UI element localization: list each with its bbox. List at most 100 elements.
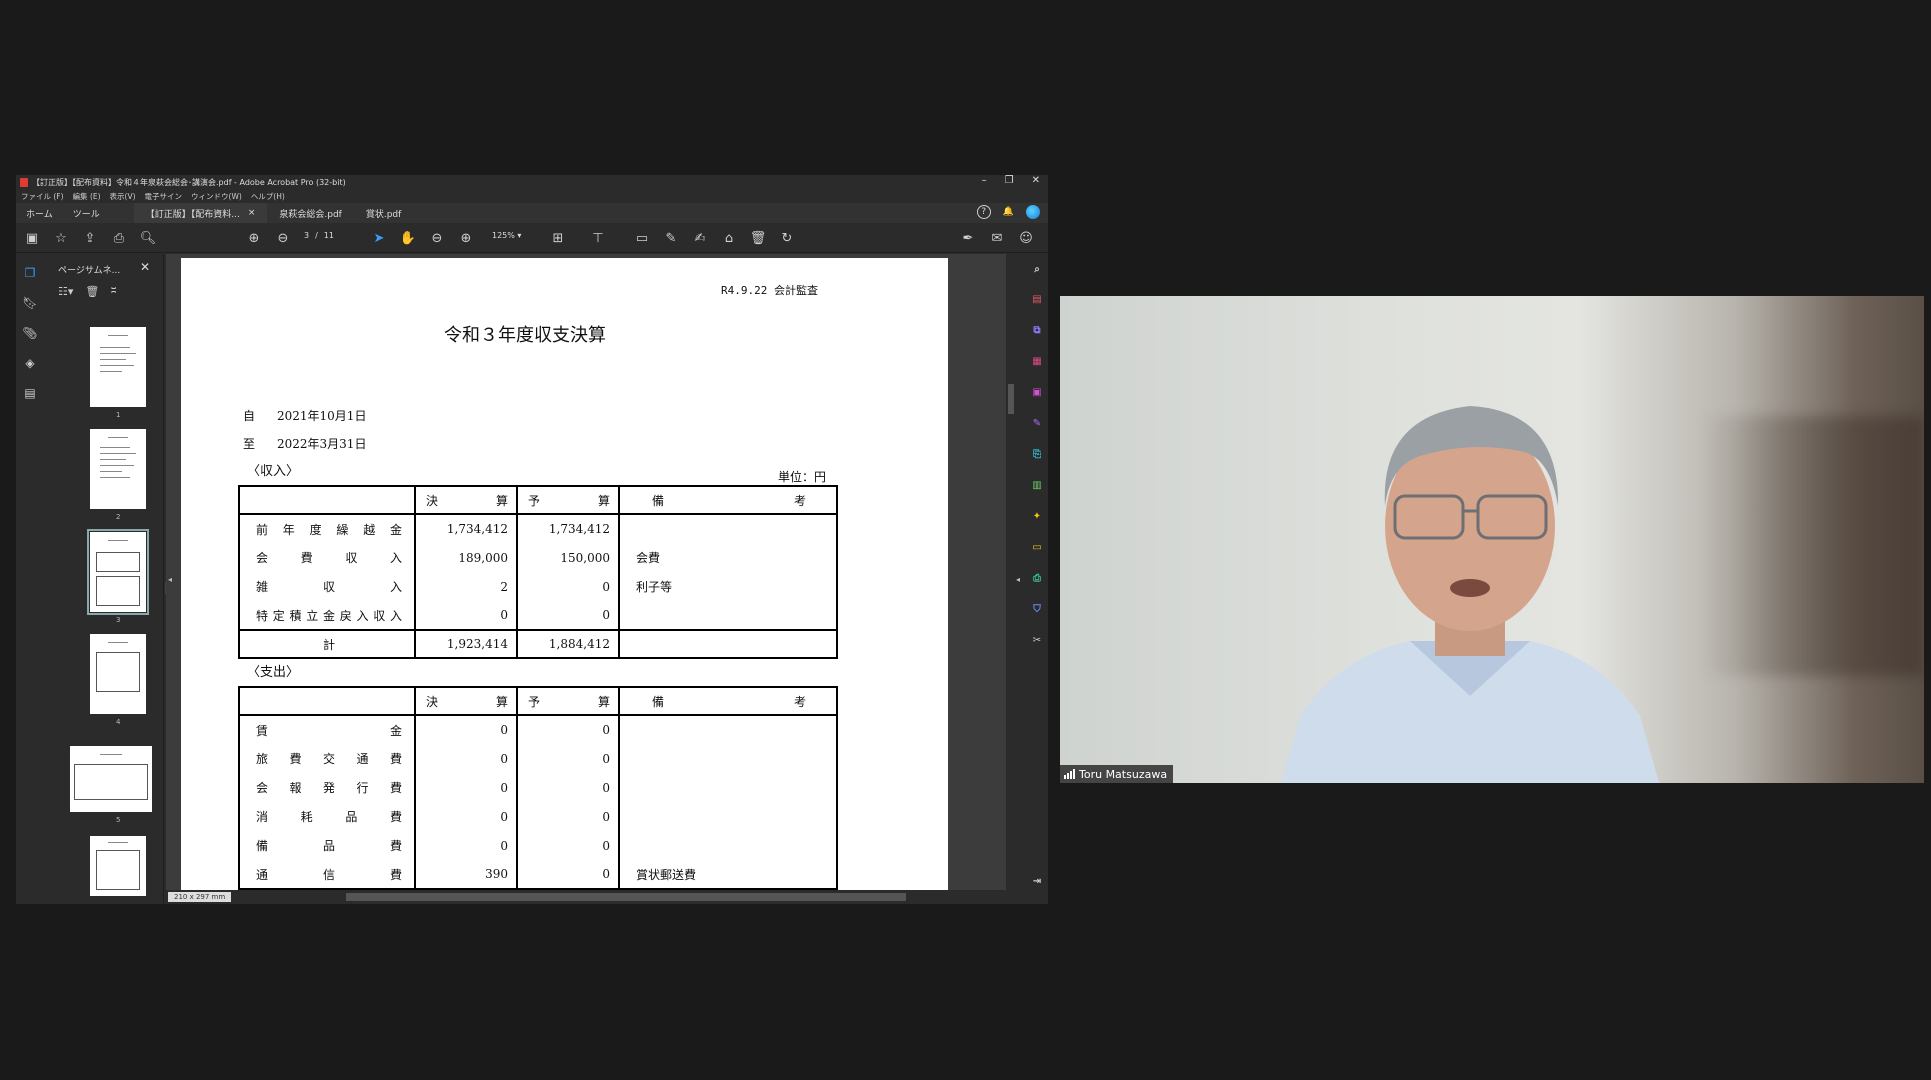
table-cell: 390 (414, 860, 518, 890)
select-cursor-icon[interactable]: ➤ (371, 230, 387, 246)
page-thumbnail-3[interactable] (87, 529, 149, 615)
table-cell: 0 (516, 744, 620, 773)
doc-tab-3[interactable]: 賞状.pdf (354, 203, 413, 223)
close-button[interactable]: ✕ (1032, 175, 1040, 186)
minimize-button[interactable]: – (982, 175, 987, 186)
trash-icon[interactable]: 🗑︎ (750, 230, 767, 246)
thumbnail-options-icon[interactable]: ☷▾ (58, 285, 73, 299)
zoom-select[interactable]: 125% ▾ (492, 231, 521, 240)
table-cell (618, 773, 838, 802)
horizontal-scroll-thumb[interactable] (346, 893, 906, 901)
organize-pages-icon[interactable]: ▦ (1030, 354, 1044, 368)
highlight-pen-icon[interactable]: ✎ (663, 230, 679, 246)
vertical-scroll-thumb[interactable] (1008, 384, 1014, 414)
fill-sign-icon[interactable]: ✒ (960, 230, 976, 246)
page-size-label: 210 x 297 mm (168, 892, 232, 902)
table-cell: 会費収入 (238, 543, 416, 572)
menu-file[interactable]: ファイル (F) (21, 191, 64, 202)
zoom-in-icon[interactable]: ⊕ (458, 230, 474, 246)
doc-tab-2[interactable]: 泉萩会総会.pdf (267, 203, 353, 223)
table-cell: 2 (414, 572, 518, 601)
page-thumbnail-2[interactable] (90, 429, 146, 509)
table-header-cell: 備 考 (618, 485, 838, 515)
help-icon[interactable]: ? (976, 205, 991, 219)
edit-pdf-icon[interactable]: ✎ (1030, 416, 1044, 430)
print-production-icon[interactable]: ⎙ (1030, 571, 1044, 585)
fit-page-icon[interactable]: ⊞ (550, 230, 566, 246)
next-page-icon[interactable]: ⊖ (275, 230, 291, 246)
document-icon[interactable]: ▤ (23, 386, 37, 400)
comment-tool-icon[interactable]: ▭ (1030, 540, 1044, 554)
attachment-icon[interactable]: 📎︎ (22, 326, 37, 340)
combine-files-icon[interactable]: ⧉ (1030, 323, 1044, 337)
page-thumbnail-6[interactable] (90, 836, 146, 896)
table-cell: 0 (516, 601, 620, 630)
account-icon[interactable] (1026, 205, 1040, 219)
comment-icon[interactable]: ▭ (634, 230, 650, 246)
tab-home[interactable]: ホーム (16, 207, 63, 220)
page-thumbnails-icon[interactable]: ❐ (23, 266, 37, 280)
zoom-search-icon[interactable]: 🔍︎ (140, 230, 157, 246)
document-viewport[interactable]: R4.9.22 会計監査 令和３年度収支決算 自 2021年10月1日 至 20… (166, 254, 1006, 890)
doc-tab-active[interactable]: 【訂正版】【配布資料... × (133, 203, 268, 223)
collapse-panel-icon[interactable]: ⇥ (1030, 874, 1044, 888)
page-current[interactable]: 3 (304, 231, 309, 240)
print-icon[interactable]: ⎙ (111, 230, 127, 246)
zoom-out-icon[interactable]: ⊖ (429, 230, 445, 246)
more-tools-icon[interactable]: ✂ (1030, 633, 1044, 647)
hand-icon[interactable]: ✋ (400, 230, 416, 246)
right-panel-toggle-icon[interactable]: ◂ (1016, 575, 1020, 584)
table-cell: 利子等 (618, 572, 838, 601)
draw-icon[interactable]: ✍ (692, 230, 708, 246)
search-icon[interactable]: ⌕ (1030, 262, 1044, 276)
bookmark-icon[interactable]: 🔖︎ (22, 296, 37, 310)
create-pdf-icon[interactable]: ▤ (1030, 292, 1044, 306)
stamp-icon[interactable]: ⌂ (721, 230, 737, 246)
table-cell (618, 744, 838, 773)
page-thumbnail-number: 2 (116, 513, 121, 521)
page-navigator[interactable]: 3 / 11 (304, 231, 334, 240)
shield-icon[interactable]: ⛉ (1030, 602, 1044, 616)
request-esign-icon[interactable]: ✦ (1030, 509, 1044, 523)
share-user-icon[interactable]: ☺ (1018, 230, 1034, 246)
vertical-scrollbar[interactable] (1006, 254, 1016, 890)
tab-tools[interactable]: ツール (63, 207, 110, 220)
table-cell: 0 (516, 860, 620, 890)
protect-icon[interactable]: ▥ (1030, 478, 1044, 492)
doc-tab-label: 【訂正版】【配布資料... (145, 209, 240, 220)
to-label: 至 (243, 437, 256, 451)
export-pdf-icon[interactable]: ▣ (1030, 385, 1044, 399)
rotate-icon[interactable]: ↻ (779, 230, 795, 246)
menu-edit[interactable]: 編集 (E) (73, 191, 101, 202)
page-thumbnail-1[interactable] (90, 327, 146, 407)
menu-help[interactable]: ヘルプ(H) (251, 191, 285, 202)
doc-tab-close-icon[interactable]: × (248, 208, 256, 218)
thumbnail-panel-close-icon[interactable]: ✕ (140, 260, 150, 274)
upload-icon[interactable]: ⇪ (82, 230, 98, 246)
menu-window[interactable]: ウィンドウ(W) (191, 191, 242, 202)
page-thumbnail-4[interactable] (90, 634, 146, 714)
mail-icon[interactable]: ✉ (989, 230, 1005, 246)
table-cell: 会費 (618, 543, 838, 572)
prev-page-icon[interactable]: ⊕ (246, 230, 262, 246)
page-thumbnail-5[interactable] (70, 746, 152, 812)
restore-button[interactable]: ❐ (1005, 175, 1014, 186)
page-thumbnail-number: 3 (116, 616, 121, 624)
table-cell: 0 (414, 831, 518, 860)
scan-icon[interactable]: ⎘ (1030, 447, 1044, 461)
left-panel-toggle-icon[interactable]: ◂ (168, 575, 172, 584)
star-icon[interactable]: ☆ (53, 230, 69, 246)
income-table: 決 算 予 算 備 考 前年度繰越金 1,734,412 1,734,412 会… (238, 485, 838, 659)
table-row: 雑収入 2 0 利子等 (238, 572, 838, 601)
video-tile[interactable] (1060, 296, 1924, 783)
table-row: 前年度繰越金 1,734,412 1,734,412 (238, 514, 838, 543)
save-icon[interactable]: ▣ (24, 230, 40, 246)
layers-icon[interactable]: ◈ (23, 356, 37, 370)
bell-icon[interactable]: 🔔 (1003, 207, 1014, 217)
thumbnail-insert-icon[interactable]: ⎶ (111, 285, 115, 299)
thumbnail-delete-icon[interactable]: 🗑︎ (85, 285, 99, 299)
menu-esign[interactable]: 電子サイン (145, 191, 183, 202)
scroll-mode-icon[interactable]: ⊤ (590, 230, 606, 246)
horizontal-scrollbar[interactable]: 210 x 297 mm (166, 890, 1006, 904)
menu-view[interactable]: 表示(V) (110, 191, 136, 202)
